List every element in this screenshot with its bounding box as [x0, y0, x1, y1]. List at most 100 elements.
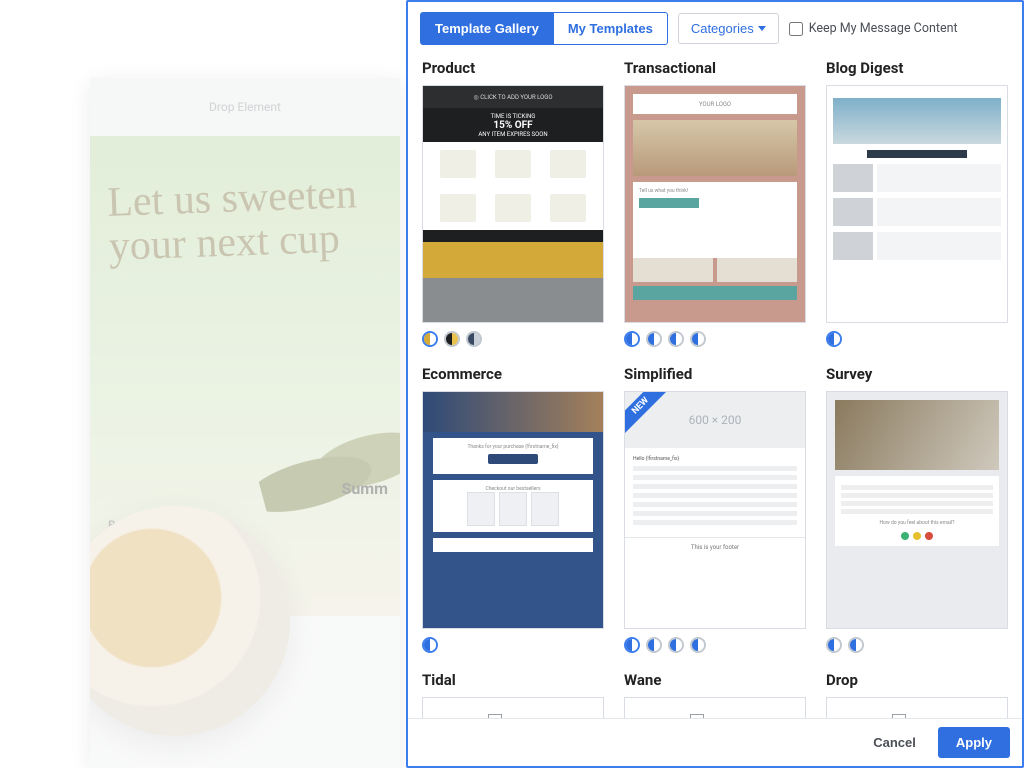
template-title: Tidal: [422, 671, 604, 689]
keep-content-label: Keep My Message Content: [809, 21, 958, 36]
swatch[interactable]: [646, 331, 662, 347]
thumb-hero: [833, 98, 1001, 144]
thumb-body: Tell us what you think!: [633, 182, 797, 258]
template-grid: Product ◎ CLICK TO ADD YOUR LOGO TIME IS…: [422, 59, 1008, 718]
thumb-hero: [423, 392, 603, 432]
thumb-heading: Tell us what you think!: [639, 188, 791, 194]
thumb-article: [833, 232, 1001, 260]
thumb-products: [439, 492, 587, 526]
tab-label: Template Gallery: [435, 21, 539, 36]
swatch[interactable]: [422, 637, 438, 653]
color-swatches: [826, 331, 1008, 347]
template-card-ecommerce: Ecommerce Thanks for your purchase {!fir…: [422, 365, 604, 653]
template-card-blog-digest: Blog Digest: [826, 59, 1008, 347]
thumb-social: [633, 286, 797, 300]
tab-group: Template Gallery My Templates: [420, 12, 668, 45]
color-swatches: [624, 331, 806, 347]
tab-label: My Templates: [568, 21, 653, 36]
thumb-offer: 15% OFF: [493, 120, 532, 131]
button-label: Apply: [956, 735, 992, 750]
thumb-cta: [639, 198, 699, 208]
image-icon: ▲: [892, 714, 906, 718]
thumb-icon-row: [423, 142, 603, 186]
image-icon: ▲: [488, 714, 502, 718]
thumb-social: [433, 538, 593, 552]
drop-element-label: Drop Element: [209, 100, 281, 114]
template-card-survey: Survey How do you feel about this email?: [826, 365, 1008, 653]
thumb-body: Hello {!firstname_fix}: [625, 448, 805, 537]
thumb-hero: [835, 400, 999, 470]
keep-content-checkbox[interactable]: [789, 22, 803, 36]
swatch[interactable]: [444, 331, 460, 347]
hero-block: Let us sweeten your next cup BUSY BEE IN…: [90, 136, 400, 616]
template-title: Drop: [826, 671, 1008, 689]
template-gallery-modal: Template Gallery My Templates Categories…: [406, 0, 1024, 768]
swatch[interactable]: [826, 331, 842, 347]
template-title: Simplified: [624, 365, 806, 383]
modal-header: Template Gallery My Templates Categories…: [408, 2, 1022, 53]
drop-element-placeholder[interactable]: Drop Element: [90, 78, 400, 136]
template-thumb[interactable]: YOUR LOGO Tell us what you think!: [624, 85, 806, 323]
template-thumb[interactable]: NEW 600 × 200 Hello {!firstname_fix} Thi…: [624, 391, 806, 629]
template-title: Wane: [624, 671, 806, 689]
categories-dropdown[interactable]: Categories: [678, 13, 779, 44]
thumb-logo-text: YOUR LOGO: [506, 718, 538, 719]
swatch[interactable]: [422, 331, 438, 347]
categories-label: Categories: [691, 21, 754, 36]
swatch[interactable]: [690, 637, 706, 653]
template-title: Transactional: [624, 59, 806, 77]
thumb-card: How do you feel about this email?: [835, 476, 999, 546]
template-card-simplified: Simplified NEW 600 × 200 Hello {!firstna…: [624, 365, 806, 653]
template-thumb[interactable]: ▲YOUR LOGO: [624, 697, 806, 718]
template-card-wane: Wane ▲YOUR LOGO: [624, 671, 806, 718]
swatch[interactable]: [624, 637, 640, 653]
template-thumb[interactable]: ◎ CLICK TO ADD YOUR LOGO TIME IS TICKING…: [422, 85, 604, 323]
chevron-down-icon: [758, 26, 766, 31]
thumb-logo-bar: ◎ CLICK TO ADD YOUR LOGO: [423, 86, 603, 108]
apply-button[interactable]: Apply: [938, 727, 1010, 758]
template-grid-scroll[interactable]: Product ◎ CLICK TO ADD YOUR LOGO TIME IS…: [408, 53, 1022, 718]
template-card-transactional: Transactional YOUR LOGO Tell us what you…: [624, 59, 806, 347]
thumb-hero: [633, 120, 797, 176]
swatch[interactable]: [826, 637, 842, 653]
thumb-sub: ANY ITEM EXPIRES SOON: [478, 131, 547, 138]
thumb-logo: ▲ YOUR LOGO: [433, 714, 593, 718]
template-card-product: Product ◎ CLICK TO ADD YOUR LOGO TIME IS…: [422, 59, 604, 347]
swatch[interactable]: [466, 331, 482, 347]
keep-content-toggle[interactable]: Keep My Message Content: [789, 21, 958, 36]
hero-decor: [252, 417, 400, 536]
template-thumb[interactable]: ▲YOUR LOGO: [826, 697, 1008, 718]
swatch[interactable]: [668, 331, 684, 347]
thumb-card: Checkout our bestsellers: [433, 480, 593, 532]
thumb-offer-band: TIME IS TICKING 15% OFF ANY ITEM EXPIRES…: [423, 108, 603, 142]
swatch[interactable]: [646, 637, 662, 653]
thumb-logo: ▲YOUR LOGO: [635, 714, 795, 718]
swatch[interactable]: [848, 637, 864, 653]
template-thumb[interactable]: How do you feel about this email?: [826, 391, 1008, 629]
tab-template-gallery[interactable]: Template Gallery: [420, 12, 554, 45]
template-card-tidal: Tidal ▲YOUR LOGO Hi {!firstname_fix},: [422, 671, 604, 718]
thumb-logo-text: YOUR LOGO: [708, 718, 740, 719]
swatch[interactable]: [668, 637, 684, 653]
template-title: Ecommerce: [422, 365, 604, 383]
thumb-product-row: [423, 186, 603, 230]
template-thumb[interactable]: Thanks for your purchase {!firstname_fix…: [422, 391, 604, 629]
template-title: Product: [422, 59, 604, 77]
thumb-hello: Hello {!firstname_fix}: [633, 456, 797, 462]
tab-my-templates[interactable]: My Templates: [554, 12, 668, 45]
thumb-footer: [423, 242, 603, 278]
thumb-logo-text: YOUR LOGO: [699, 101, 731, 108]
thumb-question: How do you feel about this email?: [841, 520, 993, 526]
cancel-button[interactable]: Cancel: [859, 727, 930, 758]
swatch[interactable]: [690, 331, 706, 347]
template-title: Blog Digest: [826, 59, 1008, 77]
thumb-footer: This is your footer: [625, 537, 805, 557]
thumb-article: [833, 198, 1001, 226]
color-swatches: [422, 637, 604, 653]
thumb-shipping-bar: [423, 230, 603, 242]
template-thumb[interactable]: [826, 85, 1008, 323]
color-swatches: [422, 331, 604, 347]
thumb-logo: YOUR LOGO: [633, 94, 797, 114]
template-thumb[interactable]: ▲YOUR LOGO Hi {!firstname_fix},: [422, 697, 604, 718]
swatch[interactable]: [624, 331, 640, 347]
